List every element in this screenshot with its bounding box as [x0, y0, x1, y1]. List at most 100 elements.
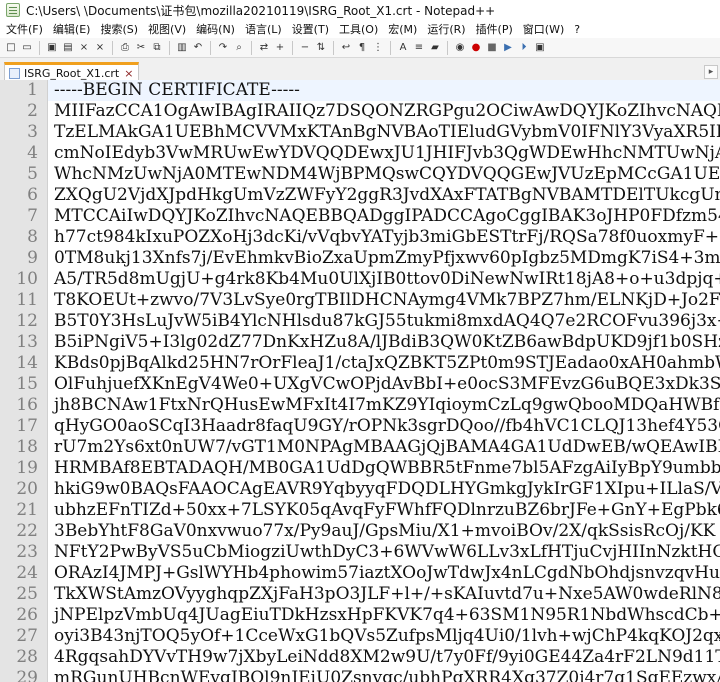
text-line[interactable]: OlFuhjuefXKnEgV4We0+UXgVCwOPjdAvBbI+e0oc…: [48, 374, 720, 395]
menu-item[interactable]: 搜索(S): [100, 21, 138, 37]
find-icon[interactable]: ⌕: [232, 41, 246, 55]
playback-macro-icon[interactable]: ▶: [501, 41, 515, 55]
text-line[interactable]: cmNoIEdyb3VwMRUwEwYDVQQDEwxJU1JHIFJvb3Qg…: [48, 143, 720, 164]
new-file-icon[interactable]: □: [4, 41, 18, 55]
menu-item[interactable]: ?: [574, 23, 580, 36]
record-macro-icon[interactable]: ●: [469, 41, 483, 55]
text-line[interactable]: HRMBAf8EBTADAQH/MB0GA1UdDgQWBBR5tFnme7bl…: [48, 458, 720, 479]
notepad-plus-plus-window: C:\Users\ \Documents\证书包\mozilla20210119…: [0, 0, 720, 682]
print-icon[interactable]: ⎙: [118, 41, 132, 55]
close-all-icon[interactable]: ⨯: [93, 41, 107, 55]
line-number: 14: [0, 353, 47, 374]
line-number: 23: [0, 542, 47, 563]
line-number-text: 18: [16, 437, 38, 457]
save-macro-icon[interactable]: ▣: [533, 41, 547, 55]
text-line[interactable]: 4RgqsahDYVvTH9w7jXbyLeiNdd8XM2w9U/t7y0Ff…: [48, 647, 720, 668]
tab-isrg-root-x1[interactable]: ISRG_Root_X1.crt ×: [4, 62, 140, 82]
menu-item[interactable]: 设置(T): [292, 21, 329, 37]
save-all-icon[interactable]: ▤: [61, 41, 75, 55]
monitoring-icon[interactable]: ◉: [453, 41, 467, 55]
line-number: 28: [0, 647, 47, 668]
tab-list-scroll-icon[interactable]: ▸: [704, 65, 718, 79]
text-line[interactable]: MIIFazCCA1OgAwIBAgIRAIIQz7DSQONZRGPgu2OC…: [48, 101, 720, 122]
tab-close-icon[interactable]: ×: [123, 68, 134, 79]
indent-guide-icon[interactable]: ⋮: [371, 41, 385, 55]
undo-icon[interactable]: ↶: [191, 41, 205, 55]
language-icon[interactable]: A: [396, 41, 410, 55]
menu-item[interactable]: 编码(N): [196, 21, 235, 37]
menu-item[interactable]: 窗口(W): [523, 21, 564, 37]
paste-icon[interactable]: ▥: [175, 41, 189, 55]
menu-item[interactable]: 编辑(E): [53, 21, 91, 37]
text-line[interactable]: TzELMAkGA1UEBhMCVVMxKTAnBgNVBAoTIEludGVy…: [48, 122, 720, 143]
text-line[interactable]: hkiG9w0BAQsFAAOCAgEAVR9YqbyyqFDQDLHYGmkg…: [48, 479, 720, 500]
text-line[interactable]: KBds0pjBqAlkd25HN7rOrFleaJ1/ctaJxQZBKT5Z…: [48, 353, 720, 374]
folder-as-workspace-icon[interactable]: ▰: [428, 41, 442, 55]
window-title: C:\Users\ \Documents\证书包\mozilla20210119…: [26, 3, 496, 18]
line-number-text: 10: [16, 269, 38, 289]
replace-icon[interactable]: ⇄: [257, 41, 271, 55]
redo-icon[interactable]: ↷: [216, 41, 230, 55]
line-number: 27: [0, 626, 47, 647]
tab-label: ISRG_Root_X1.crt: [24, 67, 120, 80]
line-number: 10: [0, 269, 47, 290]
line-number: 5: [0, 164, 47, 185]
sync-scroll-icon[interactable]: ⇅: [314, 41, 328, 55]
zoom-out-icon[interactable]: −: [298, 41, 312, 55]
cut-icon[interactable]: ✂: [134, 41, 148, 55]
menu-item[interactable]: 运行(R): [427, 21, 465, 37]
menu-item[interactable]: 宏(M): [388, 21, 417, 37]
show-all-characters-icon[interactable]: ¶: [355, 41, 369, 55]
close-icon[interactable]: ×: [77, 41, 91, 55]
text-line[interactable]: oyi3B43njTOQ5yOf+1CceWxG1bQVs5ZufpsMljq4…: [48, 626, 720, 647]
line-number-text: 17: [16, 416, 38, 436]
line-number-text: 26: [16, 605, 38, 625]
text-line[interactable]: WhcNMzUwNjA0MTEwNDM4WjBPMQswCQYDVQQGEwJV…: [48, 164, 720, 185]
text-line[interactable]: 3BebYhtF8GaV0nxvwuo77x/Py9auJ/GpsMiu/X1+…: [48, 521, 720, 542]
line-number-text: 15: [16, 374, 38, 394]
word-wrap-icon[interactable]: ↩: [339, 41, 353, 55]
text-line[interactable]: mRGunUHBcnWEvgJBQl9nJEiU0Zsnvgc/ubhPgXRR…: [48, 668, 720, 682]
text-line[interactable]: 0TM8ukj13Xnfs7j/EvEhmkvBioZxaUpmZmyPfjxw…: [48, 248, 720, 269]
toolbar-separator: [390, 40, 391, 55]
save-icon[interactable]: ▣: [45, 41, 59, 55]
menu-item[interactable]: 视图(V): [148, 21, 186, 37]
line-number: 2: [0, 101, 47, 122]
line-number: 24: [0, 563, 47, 584]
line-number-text: 11: [16, 290, 38, 310]
notepad-plus-plus-app-icon: [6, 3, 20, 17]
run-macro-icon[interactable]: ⏵: [517, 41, 531, 55]
open-file-icon[interactable]: ▭: [20, 41, 34, 55]
text-line[interactable]: ubhzEFnTIZd+50xx+7LSYK05qAvqFyFWhfFQDlnr…: [48, 500, 720, 521]
toolbar-separator: [292, 40, 293, 55]
text-line[interactable]: jh8BCNAw1FtxNrQHusEwMFxIt4I7mKZ9YIqioymC…: [48, 395, 720, 416]
menu-item[interactable]: 文件(F): [6, 21, 43, 37]
menu-item[interactable]: 工具(O): [339, 21, 378, 37]
text-line[interactable]: B5T0Y3HsLuJvW5iB4YlcNHlsdu87kGJ55tukmi8m…: [48, 311, 720, 332]
copy-icon[interactable]: ⧉: [150, 41, 164, 55]
text-line[interactable]: ZXQgU2VjdXJpdHkgUmVzZWFyY2ggR3JvdXAxFTAT…: [48, 185, 720, 206]
text-line[interactable]: qHyGO0aoSCqI3Haadr8faqU9GY/rOPNk3sgrDQoo…: [48, 416, 720, 437]
text-line[interactable]: NFtY2PwByVS5uCbMiogziUwthDyC3+6WVwW6LLv3…: [48, 542, 720, 563]
line-number-text: 3: [27, 122, 38, 142]
text-line[interactable]: h77ct984kIxuPOZXoHj3dcKi/vVqbvYATyjb3miG…: [48, 227, 720, 248]
stop-recording-icon[interactable]: ■: [485, 41, 499, 55]
line-number-text: 6: [27, 185, 38, 205]
line-number-text: 21: [16, 500, 38, 520]
text-line[interactable]: rU7m2Ys6xt0nUW7/vGT1M0NPAgMBAAGjQjBAMA4G…: [48, 437, 720, 458]
text-line[interactable]: -----BEGIN CERTIFICATE-----: [48, 80, 720, 101]
menu-item[interactable]: 语言(L): [245, 21, 282, 37]
text-line[interactable]: MTCCAiIwDQYJKoZIhvcNAQEBBQADggIPADCCAgoC…: [48, 206, 720, 227]
toolbar-separator: [112, 40, 113, 55]
editor-text-area[interactable]: -----BEGIN CERTIFICATE----- MIIFazCCA1OgA…: [48, 80, 720, 682]
text-line[interactable]: B5iPNgiV5+I3lg02dZ77DnKxHZu8A/lJBdiB3QW0…: [48, 332, 720, 353]
text-line[interactable]: ORAzI4JMPJ+GslWYHb4phowim57iaztXOoJwTdwJ…: [48, 563, 720, 584]
text-line[interactable]: T8KOEUt+zwvo/7V3LvSye0rgTBIlDHCNAymg4VMk…: [48, 290, 720, 311]
text-line[interactable]: jNPElpzVmbUq4JUagEiuTDkHzsxHpFKVK7q4+63S…: [48, 605, 720, 626]
function-list-icon[interactable]: ≡: [412, 41, 426, 55]
menu-item[interactable]: 插件(P): [476, 21, 513, 37]
text-line[interactable]: A5/TR5d8mUgjU+g4rk8Kb4Mu0UlXjIB0ttov0DiN…: [48, 269, 720, 290]
text-line[interactable]: TkXWStAmzOVyyghqpZXjFaH3pO3JLF+l+/+sKAIu…: [48, 584, 720, 605]
line-number: 7: [0, 206, 47, 227]
zoom-in-icon[interactable]: +: [273, 41, 287, 55]
